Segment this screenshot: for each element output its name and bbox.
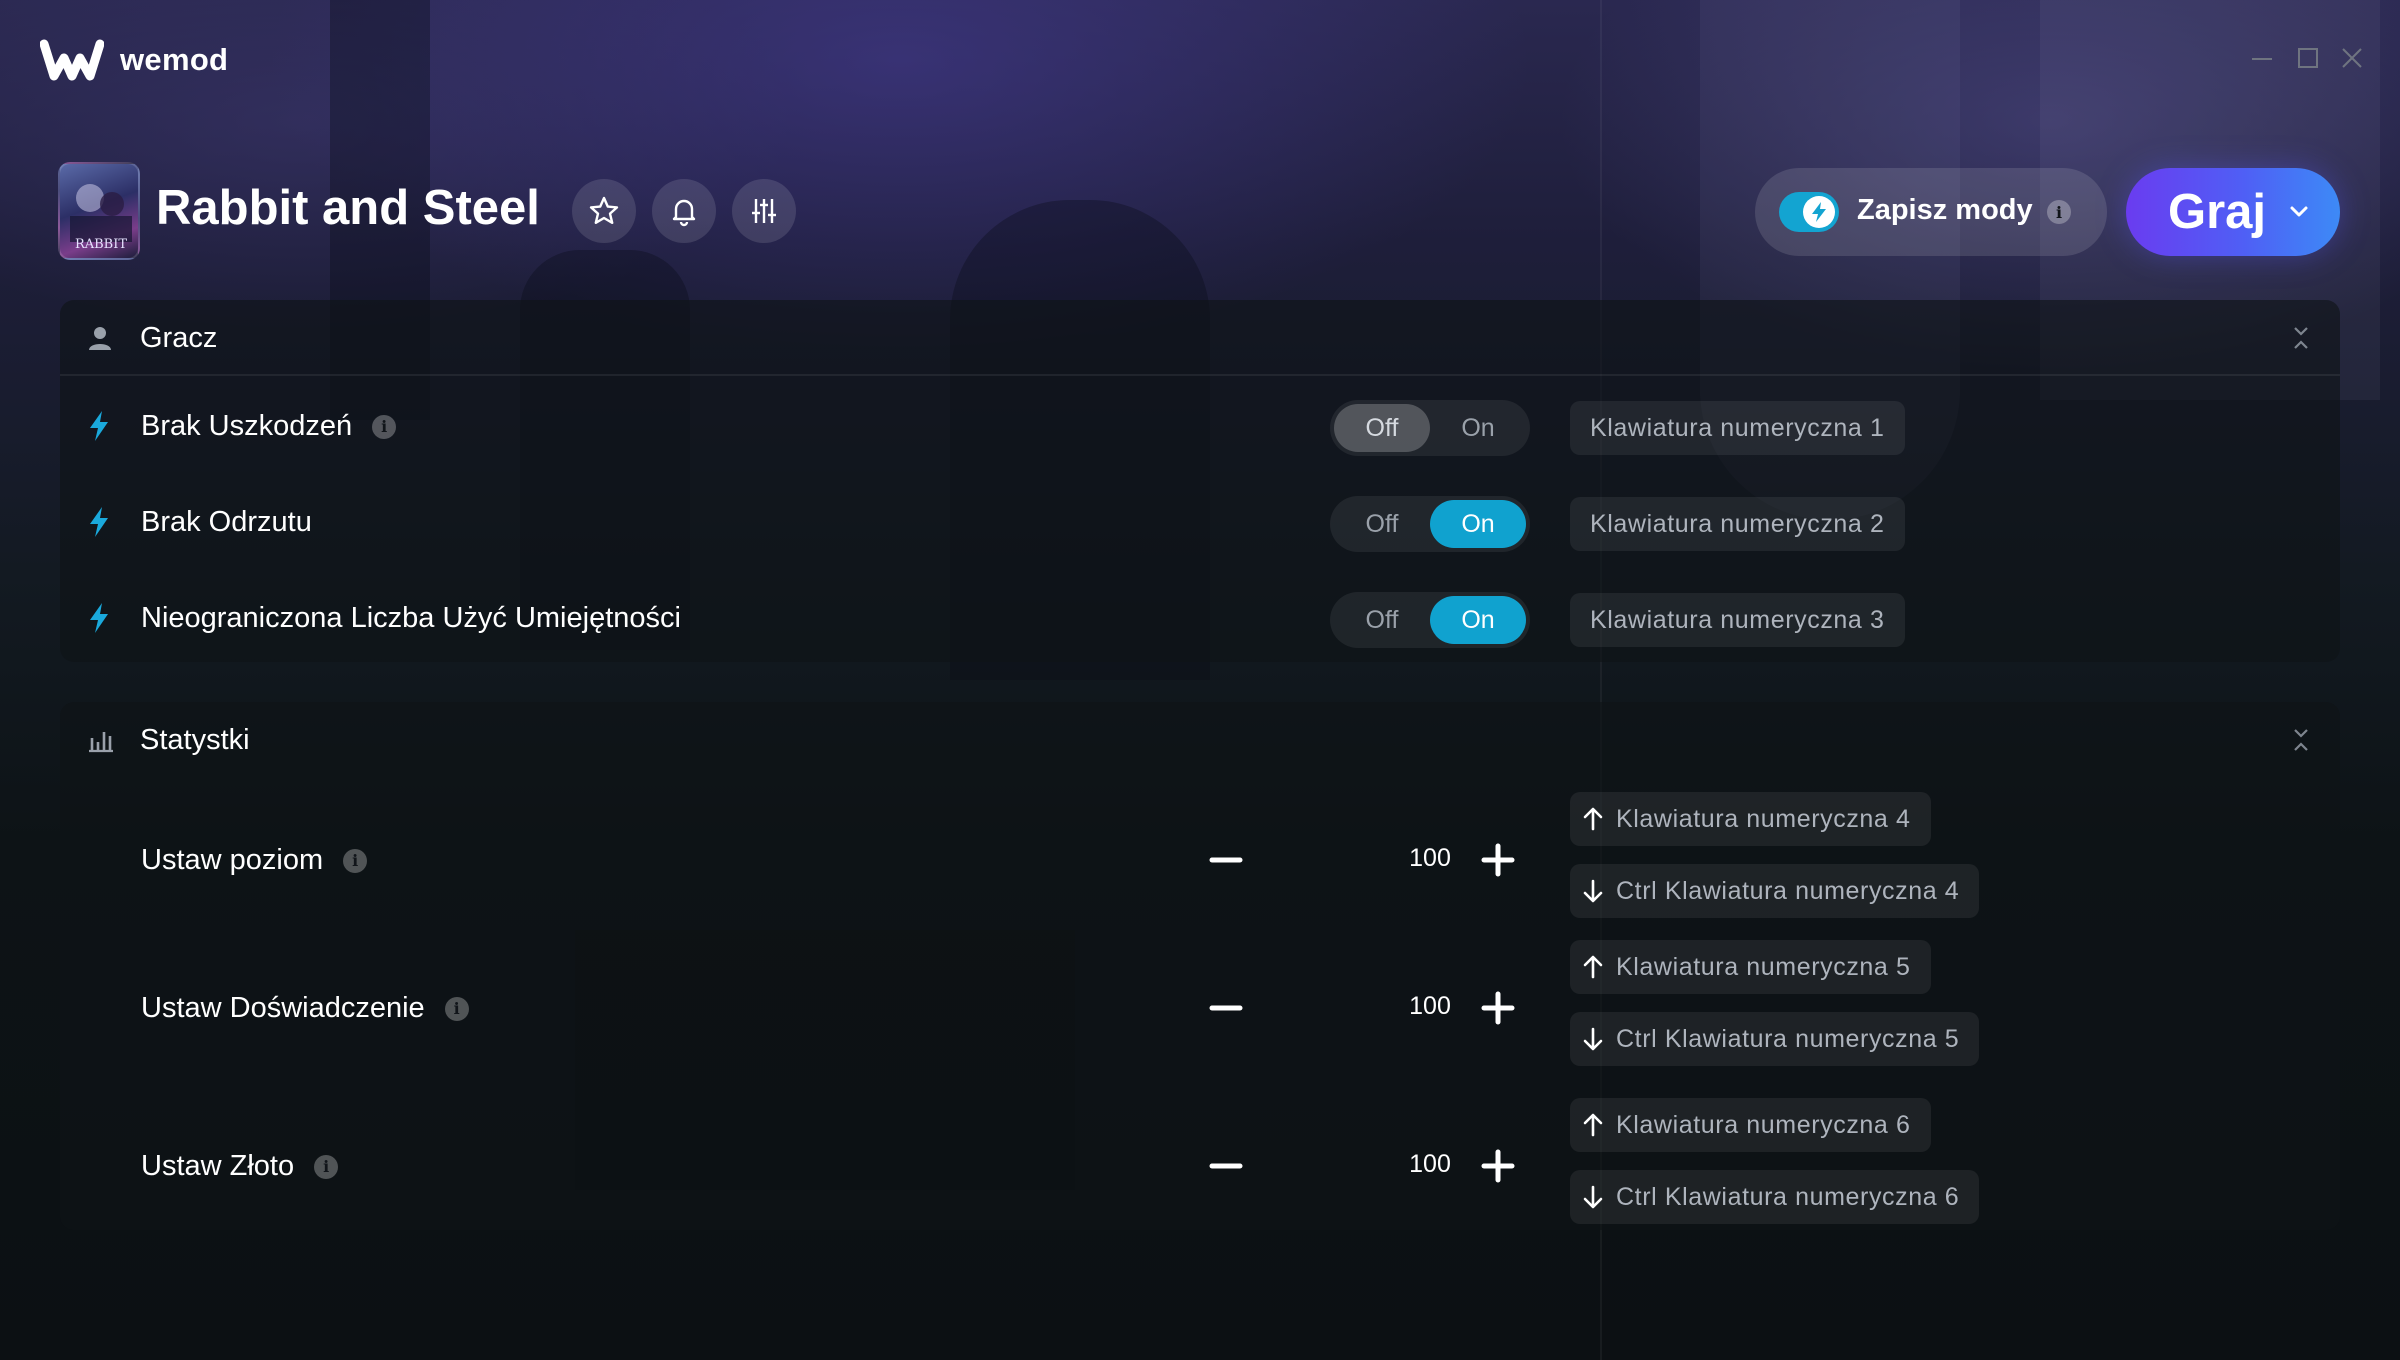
- info-icon[interactable]: i: [372, 414, 397, 439]
- maximize-icon[interactable]: [2294, 44, 2322, 72]
- play-label: Graj: [2168, 185, 2267, 239]
- app-brand: wemod: [120, 42, 229, 77]
- toggle-on-option[interactable]: On: [1430, 404, 1526, 452]
- hotkey-label: Klawiatura numeryczna 4: [1616, 804, 1911, 833]
- mod-label: Ustaw poziom: [141, 844, 324, 876]
- toggle-on-option[interactable]: On: [1430, 500, 1526, 548]
- collapse-icon[interactable]: [2290, 324, 2312, 352]
- favorite-button[interactable]: [572, 179, 636, 243]
- minimize-icon[interactable]: [2248, 44, 2276, 72]
- mod-label: Brak Uszkodzeń: [141, 410, 353, 442]
- title-bar: wemod: [0, 0, 2400, 120]
- game-cover-art-icon: RABBIT: [70, 184, 132, 252]
- bolt-icon: [90, 603, 108, 633]
- user-icon: [89, 327, 111, 350]
- hotkey-label: Klawiatura numeryczna 6: [1616, 1110, 1911, 1139]
- save-mods-knob: [1803, 196, 1835, 228]
- arrow-up-icon: [1583, 955, 1603, 979]
- mod-label: Ustaw Złoto: [141, 1150, 295, 1182]
- bolt-icon: [90, 507, 108, 537]
- mod-toggle[interactable]: Off On: [1330, 400, 1530, 456]
- stat-row: Ustaw Doświadczenie i 100 Klawiatura num…: [60, 936, 2340, 1080]
- minus-icon[interactable]: [1206, 988, 1246, 1028]
- mod-label: Brak Odrzutu: [141, 506, 312, 538]
- arrow-up-icon: [1583, 807, 1603, 831]
- collapse-icon[interactable]: [2290, 726, 2312, 754]
- mod-toggle[interactable]: Off On: [1330, 592, 1530, 648]
- hotkey-label: Ctrl Klawiatura numeryczna 4: [1616, 876, 1960, 905]
- bar-chart-icon: [89, 732, 113, 753]
- section-title-stats: Statystki: [140, 724, 250, 756]
- play-button[interactable]: Graj: [2126, 168, 2340, 256]
- game-thumbnail: RABBIT: [58, 162, 140, 260]
- section-stats: Statystki Ustaw poziom i 100 Klawiatura …: [60, 702, 2340, 1230]
- arrow-down-icon: [1583, 879, 1603, 903]
- wemod-logo-icon: [40, 39, 104, 81]
- game-settings-button[interactable]: [732, 179, 796, 243]
- hotkey-chip[interactable]: Klawiatura numeryczna 2: [1570, 497, 1905, 551]
- info-icon[interactable]: i: [343, 848, 368, 873]
- star-icon: [589, 196, 619, 224]
- plus-icon[interactable]: [1478, 840, 1518, 880]
- plus-icon[interactable]: [1478, 1146, 1518, 1186]
- stat-row: Ustaw poziom i 100 Klawiatura numeryczna…: [60, 788, 2340, 932]
- mod-name: Nieograniczona Liczba Użyć Umiejętności: [141, 602, 681, 635]
- hotkey-chip-increase[interactable]: Klawiatura numeryczna 4: [1570, 792, 1931, 846]
- mod-row: Nieograniczona Liczba Użyć Umiejętności …: [60, 574, 2340, 664]
- toggle-off-option[interactable]: Off: [1334, 404, 1430, 452]
- notifications-button[interactable]: [652, 179, 716, 243]
- arrow-down-icon: [1583, 1027, 1603, 1051]
- mod-row: Brak Odrzutu Off On Klawiatura numeryczn…: [60, 478, 2340, 568]
- section-header-stats[interactable]: Statystki: [60, 702, 2340, 778]
- save-mods-toggle[interactable]: Zapisz mody i: [1755, 168, 2107, 256]
- hotkey-label: Ctrl Klawiatura numeryczna 6: [1616, 1182, 1960, 1211]
- hotkey-chip-increase[interactable]: Klawiatura numeryczna 6: [1570, 1098, 1931, 1152]
- minus-icon[interactable]: [1206, 840, 1246, 880]
- mod-name: Ustaw Złoto i: [141, 1150, 339, 1183]
- hotkey-chip-increase[interactable]: Klawiatura numeryczna 5: [1570, 940, 1931, 994]
- info-icon[interactable]: i: [314, 1154, 339, 1179]
- sliders-icon: [752, 199, 776, 223]
- info-icon[interactable]: i: [2047, 200, 2071, 224]
- bolt-icon: [90, 411, 108, 441]
- section-title-player: Gracz: [140, 322, 218, 354]
- mod-name: Brak Odrzutu: [141, 506, 312, 539]
- mod-name: Ustaw Doświadczenie i: [141, 992, 469, 1025]
- stat-row: Ustaw Złoto i 100 Klawiatura numeryczna …: [60, 1090, 2340, 1234]
- chevron-down-icon[interactable]: [2288, 200, 2310, 222]
- plus-icon[interactable]: [1478, 988, 1518, 1028]
- section-header-player[interactable]: Gracz: [60, 300, 2340, 376]
- save-mods-label: Zapisz mody: [1857, 194, 2033, 226]
- toggle-on-option[interactable]: On: [1430, 596, 1526, 644]
- toggle-off-option[interactable]: Off: [1334, 500, 1430, 548]
- hotkey-label: Ctrl Klawiatura numeryczna 5: [1616, 1024, 1960, 1053]
- mod-name: Ustaw poziom i: [141, 844, 368, 877]
- hotkey-label: Klawiatura numeryczna 5: [1616, 952, 1911, 981]
- bolt-icon: [1812, 202, 1826, 222]
- bell-icon: [672, 199, 696, 227]
- hotkey-chip-decrease[interactable]: Ctrl Klawiatura numeryczna 6: [1570, 1170, 1980, 1224]
- close-icon[interactable]: [2338, 44, 2366, 72]
- mod-toggle[interactable]: Off On: [1330, 496, 1530, 552]
- hotkey-chip-decrease[interactable]: Ctrl Klawiatura numeryczna 5: [1570, 1012, 1980, 1066]
- mod-label: Nieograniczona Liczba Użyć Umiejętności: [141, 602, 681, 634]
- arrow-up-icon: [1583, 1113, 1603, 1137]
- info-icon[interactable]: i: [444, 996, 469, 1021]
- game-title: Rabbit and Steel: [156, 181, 540, 235]
- mod-label: Ustaw Doświadczenie: [141, 992, 425, 1024]
- toggle-off-option[interactable]: Off: [1334, 596, 1430, 644]
- arrow-down-icon: [1583, 1185, 1603, 1209]
- hotkey-chip[interactable]: Klawiatura numeryczna 3: [1570, 593, 1905, 647]
- hotkey-chip[interactable]: Klawiatura numeryczna 1: [1570, 401, 1905, 455]
- mod-row: Brak Uszkodzeń i Off On Klawiatura numer…: [60, 382, 2340, 472]
- thumbnail-caption: RABBIT: [75, 237, 127, 252]
- minus-icon[interactable]: [1206, 1146, 1246, 1186]
- section-player: Gracz Brak Uszkodzeń i Off On Klawiatura…: [60, 300, 2340, 662]
- mod-name: Brak Uszkodzeń i: [141, 410, 397, 443]
- hotkey-chip-decrease[interactable]: Ctrl Klawiatura numeryczna 4: [1570, 864, 1980, 918]
- save-mods-switch[interactable]: [1779, 192, 1839, 232]
